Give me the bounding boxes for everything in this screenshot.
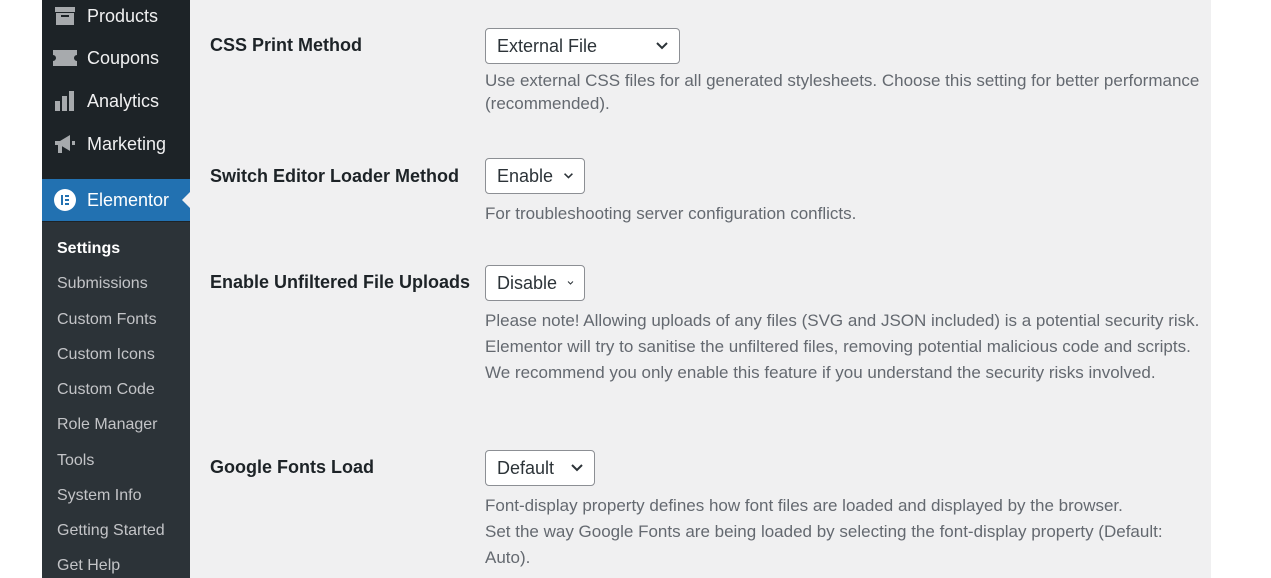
menu-item-products[interactable]: Products	[42, 0, 190, 36]
elementor-logo-icon	[52, 187, 78, 213]
bar-chart-icon	[52, 88, 78, 114]
setting-label-unfiltered-uploads: Enable Unfiltered File Uploads	[210, 272, 471, 292]
submenu-item-tools[interactable]: Tools	[57, 451, 94, 471]
menu-label: Coupons	[87, 47, 160, 68]
select-value: External File	[497, 35, 598, 56]
select-value: Enable	[497, 165, 554, 186]
chevron-down-icon	[567, 281, 574, 285]
submenu-item-custom-code[interactable]: Custom Code	[57, 380, 155, 400]
select-value: Disable	[497, 272, 558, 293]
setting-label-editor-loader: Switch Editor Loader Method	[210, 166, 460, 186]
submenu-item-getting-started[interactable]: Getting Started	[57, 521, 165, 541]
submenu-item-system-info[interactable]: System Info	[57, 486, 141, 506]
submenu-item-custom-icons[interactable]: Custom Icons	[57, 345, 155, 365]
megaphone-icon	[52, 131, 78, 157]
description-line: Elementor will try to sanitise the unfil…	[485, 337, 1191, 356]
description-line: Font-display property defines how font f…	[485, 496, 1123, 515]
chevron-down-icon	[564, 173, 573, 179]
description-line: We recommend you only enable this featur…	[485, 363, 1156, 382]
setting-label-css-print-method: CSS Print Method	[210, 35, 362, 55]
submenu-item-submissions[interactable]: Submissions	[57, 274, 148, 294]
settings-content: CSS Print Method External File Use exter…	[190, 0, 1211, 578]
menu-label: Analytics	[87, 90, 160, 111]
archive-icon	[52, 3, 78, 29]
chevron-down-icon	[656, 42, 668, 50]
menu-item-analytics[interactable]: Analytics	[42, 81, 190, 121]
setting-description-unfiltered-uploads: Please note! Allowing uploads of any fil…	[485, 308, 1210, 386]
menu-label: Products	[87, 5, 159, 26]
submenu-item-role-manager[interactable]: Role Manager	[57, 415, 158, 435]
select-value: Default	[497, 457, 555, 478]
google-fonts-load-select[interactable]: Default	[485, 450, 595, 486]
ticket-icon	[52, 45, 78, 71]
menu-label: Marketing	[87, 133, 167, 154]
menu-item-marketing[interactable]: Marketing	[42, 124, 190, 164]
chevron-down-icon	[571, 464, 583, 472]
admin-sidebar: Products Coupons Analytics Marketing Ele…	[42, 0, 191, 578]
setting-label-google-fonts-load: Google Fonts Load	[210, 457, 374, 477]
description-line: Set the way Google Fonts are being loade…	[485, 522, 1163, 567]
description-line: Please note! Allowing uploads of any fil…	[485, 311, 1200, 330]
menu-item-elementor[interactable]: Elementor	[42, 179, 191, 221]
menu-item-coupons[interactable]: Coupons	[42, 38, 190, 78]
editor-loader-method-select[interactable]: Enable	[485, 158, 585, 194]
submenu-item-get-help[interactable]: Get Help	[57, 556, 120, 576]
setting-description-editor-loader: For troubleshooting server configuration…	[485, 204, 857, 223]
submenu-item-custom-fonts[interactable]: Custom Fonts	[57, 310, 157, 330]
css-print-method-select[interactable]: External File	[485, 28, 680, 64]
setting-description-google-fonts-load: Font-display property defines how font f…	[485, 493, 1210, 571]
submenu-item-settings[interactable]: Settings	[57, 239, 120, 259]
elementor-submenu: Settings Submissions Custom Fonts Custom…	[42, 222, 190, 578]
setting-description-css-print-method: Use external CSS files for all generated…	[485, 71, 1200, 113]
unfiltered-uploads-select[interactable]: Disable	[485, 265, 585, 301]
menu-label: Elementor	[87, 189, 170, 210]
